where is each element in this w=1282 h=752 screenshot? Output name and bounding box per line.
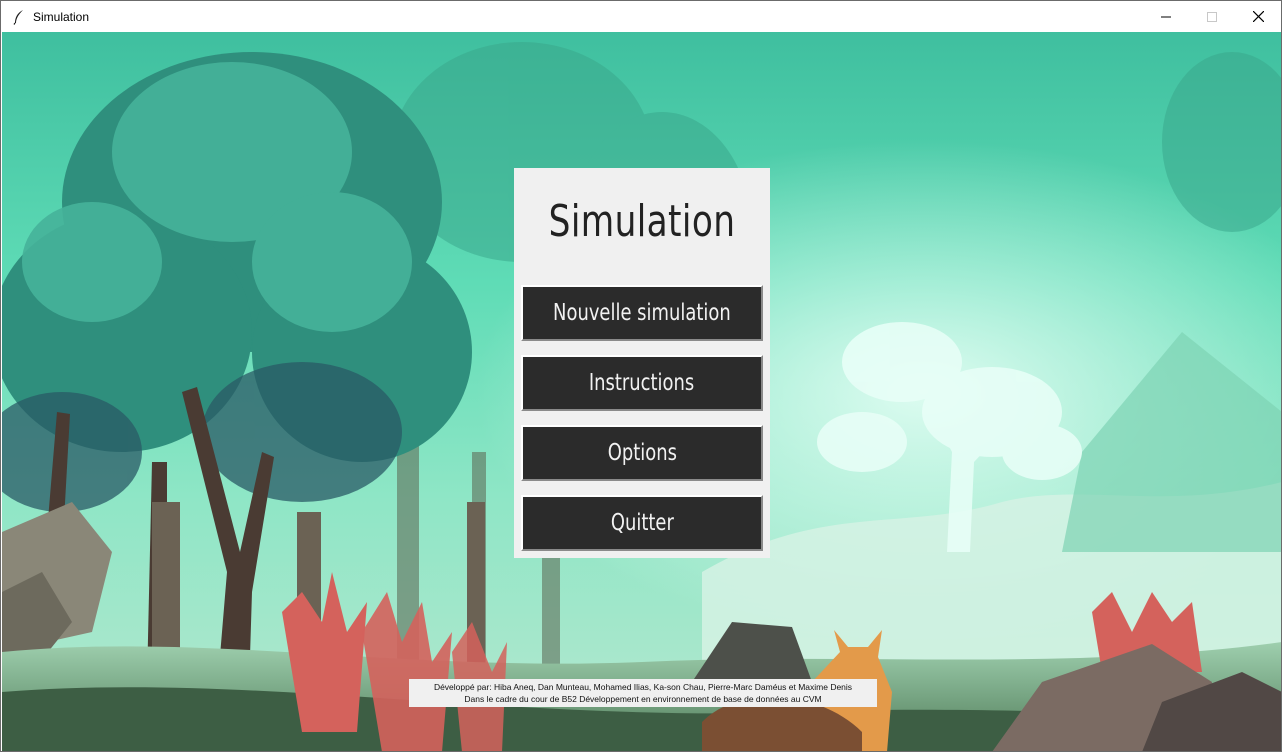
quit-label: Quitter [610,510,674,536]
credits-box: Développé par: Hiba Aneq, Dan Munteau, M… [409,679,877,707]
feather-icon [13,9,23,25]
instructions-label: Instructions [589,370,695,396]
close-icon [1252,11,1264,22]
options-button[interactable]: Options [521,425,763,481]
new-simulation-label: Nouvelle simulation [553,300,731,326]
close-button[interactable] [1235,1,1281,32]
window-title: Simulation [33,9,90,24]
options-label: Options [607,440,677,466]
instructions-button[interactable]: Instructions [521,355,763,411]
main-menu-panel: Simulation Nouvelle simulation Instructi… [514,168,770,558]
quit-button[interactable]: Quitter [521,495,763,551]
maximize-button[interactable] [1189,1,1235,32]
window-controls [1143,1,1281,32]
title-bar[interactable]: Simulation [1,1,1281,32]
menu-title: Simulation [548,196,736,247]
app-window: Simulation Simulation Nouvelle simulatio… [0,0,1282,752]
credits-course: Dans le cadre du cour de B52 Développeme… [464,694,822,704]
new-simulation-button[interactable]: Nouvelle simulation [521,285,763,341]
minimize-button[interactable] [1143,1,1189,32]
credits-authors: Développé par: Hiba Aneq, Dan Munteau, M… [433,682,853,692]
minimize-icon [1161,16,1171,17]
maximize-icon [1207,11,1217,22]
